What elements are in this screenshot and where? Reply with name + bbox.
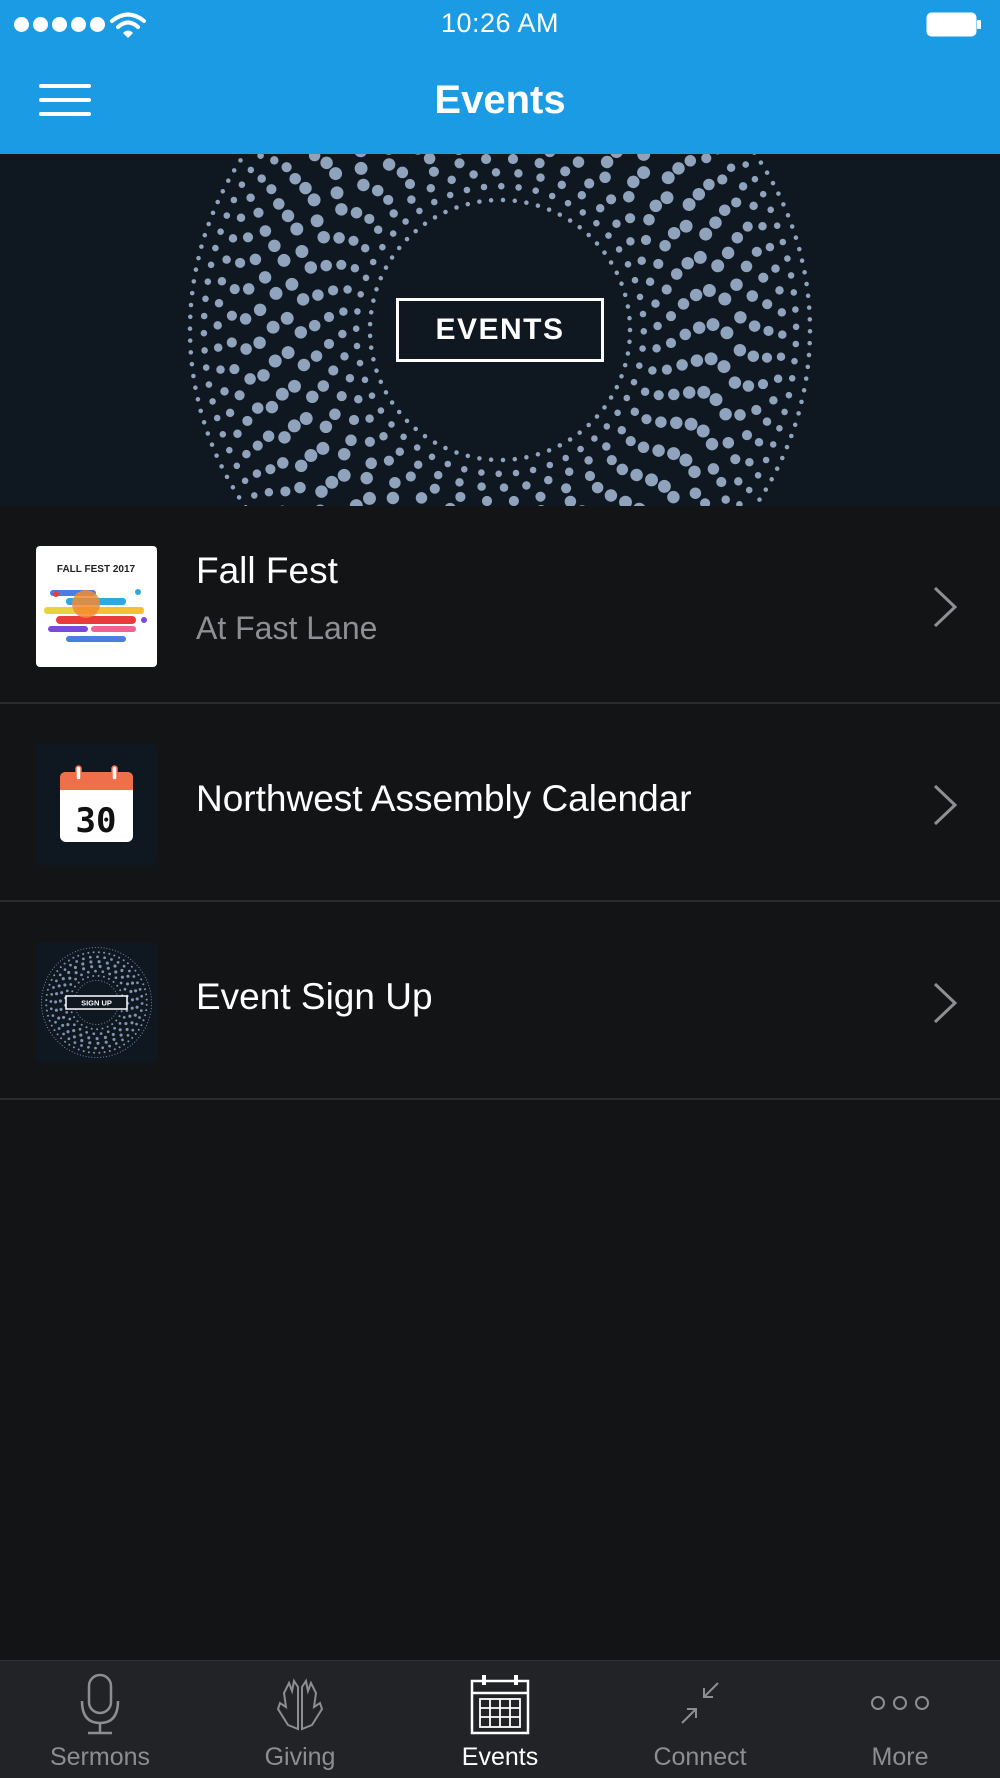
tab-label: Events <box>461 1743 539 1771</box>
chevron-right-icon <box>933 784 958 826</box>
tab-connect[interactable]: Connect <box>600 1661 800 1778</box>
thumb-text: 30 <box>76 801 117 841</box>
tab-more[interactable]: More <box>800 1661 1000 1778</box>
navigation-bar: Events <box>0 48 1000 154</box>
tab-events[interactable]: Events <box>400 1661 600 1778</box>
event-list: FALL FEST 2017 Fall Fest At Fast Lane 30… <box>0 506 1000 1100</box>
list-item-event-sign-up[interactable]: SIGN UP Event Sign Up <box>0 902 1000 1100</box>
bottom-tab-bar: Sermons Giving Events Connect More <box>0 1660 1000 1778</box>
tab-sermons[interactable]: Sermons <box>0 1661 200 1778</box>
microphone-icon <box>80 1673 120 1735</box>
battery-icon <box>926 12 981 37</box>
tab-label: Giving <box>264 1743 336 1771</box>
event-title: Fall Fest <box>196 550 338 591</box>
event-title: Northwest Assembly Calendar <box>196 778 692 819</box>
sign-up-image: SIGN UP <box>36 942 157 1063</box>
fall-fest-2017-image: FALL FEST 2017 <box>36 546 157 667</box>
thumb-text: FALL FEST 2017 <box>57 564 136 575</box>
status-time: 10:26 AM <box>440 8 560 38</box>
tab-label: More <box>871 1743 929 1771</box>
tab-label: Connect <box>653 1743 747 1771</box>
list-item-fall-fest[interactable]: FALL FEST 2017 Fall Fest At Fast Lane <box>0 506 1000 704</box>
status-bar: 10:26 AM <box>0 0 1000 48</box>
chevron-right-icon <box>933 982 958 1024</box>
event-title: Event Sign Up <box>196 976 433 1017</box>
chevron-right-icon <box>933 586 958 628</box>
page-title: Events <box>434 78 566 122</box>
calendar-icon <box>470 1675 530 1735</box>
thumb-text: SIGN UP <box>81 999 112 1008</box>
list-item-northwest-assembly-calendar[interactable]: 30 Northwest Assembly Calendar <box>0 704 1000 902</box>
tab-label: Sermons <box>49 1743 151 1771</box>
calendar-30-icon: 30 <box>36 744 157 865</box>
hero-events-label: EVENTS <box>396 298 604 362</box>
event-subtitle: At Fast Lane <box>196 610 378 646</box>
more-dots-icon <box>871 1696 929 1710</box>
praying-hands-icon <box>276 1678 324 1731</box>
tab-giving[interactable]: Giving <box>200 1661 400 1778</box>
arrows-connect-icon <box>681 1682 719 1724</box>
events-hero-banner: EVENTS <box>0 154 1000 506</box>
